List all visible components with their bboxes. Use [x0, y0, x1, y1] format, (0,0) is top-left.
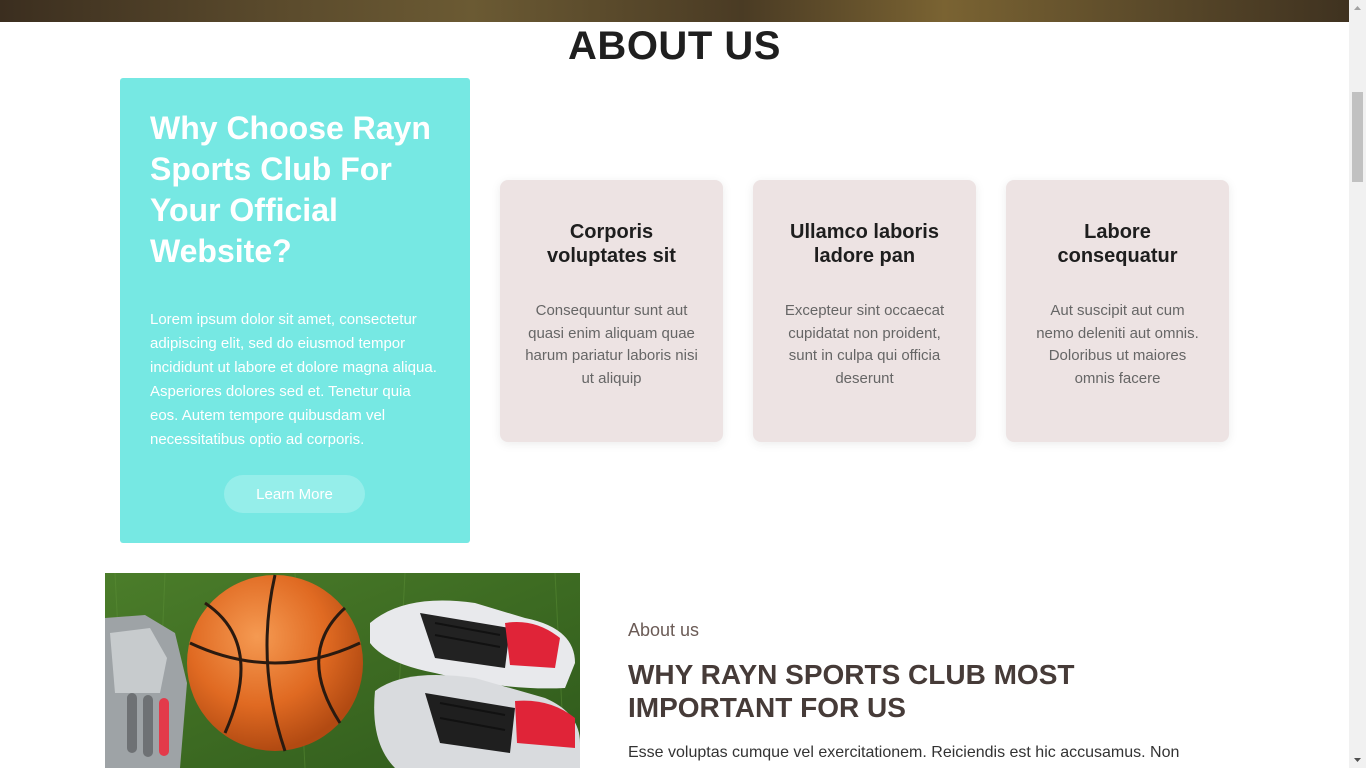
why-choose-text: Lorem ipsum dolor sit amet, consectetur … — [150, 311, 437, 448]
why-choose-title: Why Choose Rayn Sports Club For Your Off… — [150, 110, 431, 269]
feature-card-title: Ullamco laboris ladore pan — [790, 221, 939, 267]
why-choose-box: Why Choose Rayn Sports Club For Your Off… — [120, 78, 470, 543]
about-section-title: ABOUT US — [568, 24, 781, 68]
feature-card: Ullamco laboris ladore pan Excepteur sin… — [753, 180, 976, 442]
feature-card-text: Excepteur sint occaecat cupidatat non pr… — [784, 302, 945, 387]
about-us-label: About us — [628, 620, 700, 640]
scrollbar-thumb[interactable] — [1352, 92, 1363, 182]
feature-card-text: Consequuntur sunt aut quasi enim aliquam… — [525, 302, 698, 387]
feature-card: Labore consequatur Aut suscipit aut cum … — [1006, 180, 1229, 442]
chevron-up-icon[interactable] — [1349, 0, 1366, 17]
vertical-scrollbar[interactable] — [1349, 0, 1366, 768]
chevron-down-icon[interactable] — [1349, 751, 1366, 768]
feature-card-title: Corporis voluptates sit — [547, 221, 676, 267]
sports-equipment-photo — [105, 573, 580, 768]
feature-card: Corporis voluptates sit Consequuntur sun… — [500, 180, 723, 442]
feature-card-text: Aut suscipit aut cum nemo deleniti aut o… — [1036, 302, 1199, 387]
about-us-text: Esse voluptas cumque vel exercitationem.… — [628, 744, 1180, 761]
hero-banner-bottom — [0, 0, 1349, 22]
feature-card-title: Labore consequatur — [1057, 221, 1178, 267]
learn-more-button[interactable]: Learn More — [224, 475, 365, 513]
about-us-heading: WHY RAYN SPORTS CLUB MOST IMPORTANT FOR … — [628, 659, 1075, 723]
